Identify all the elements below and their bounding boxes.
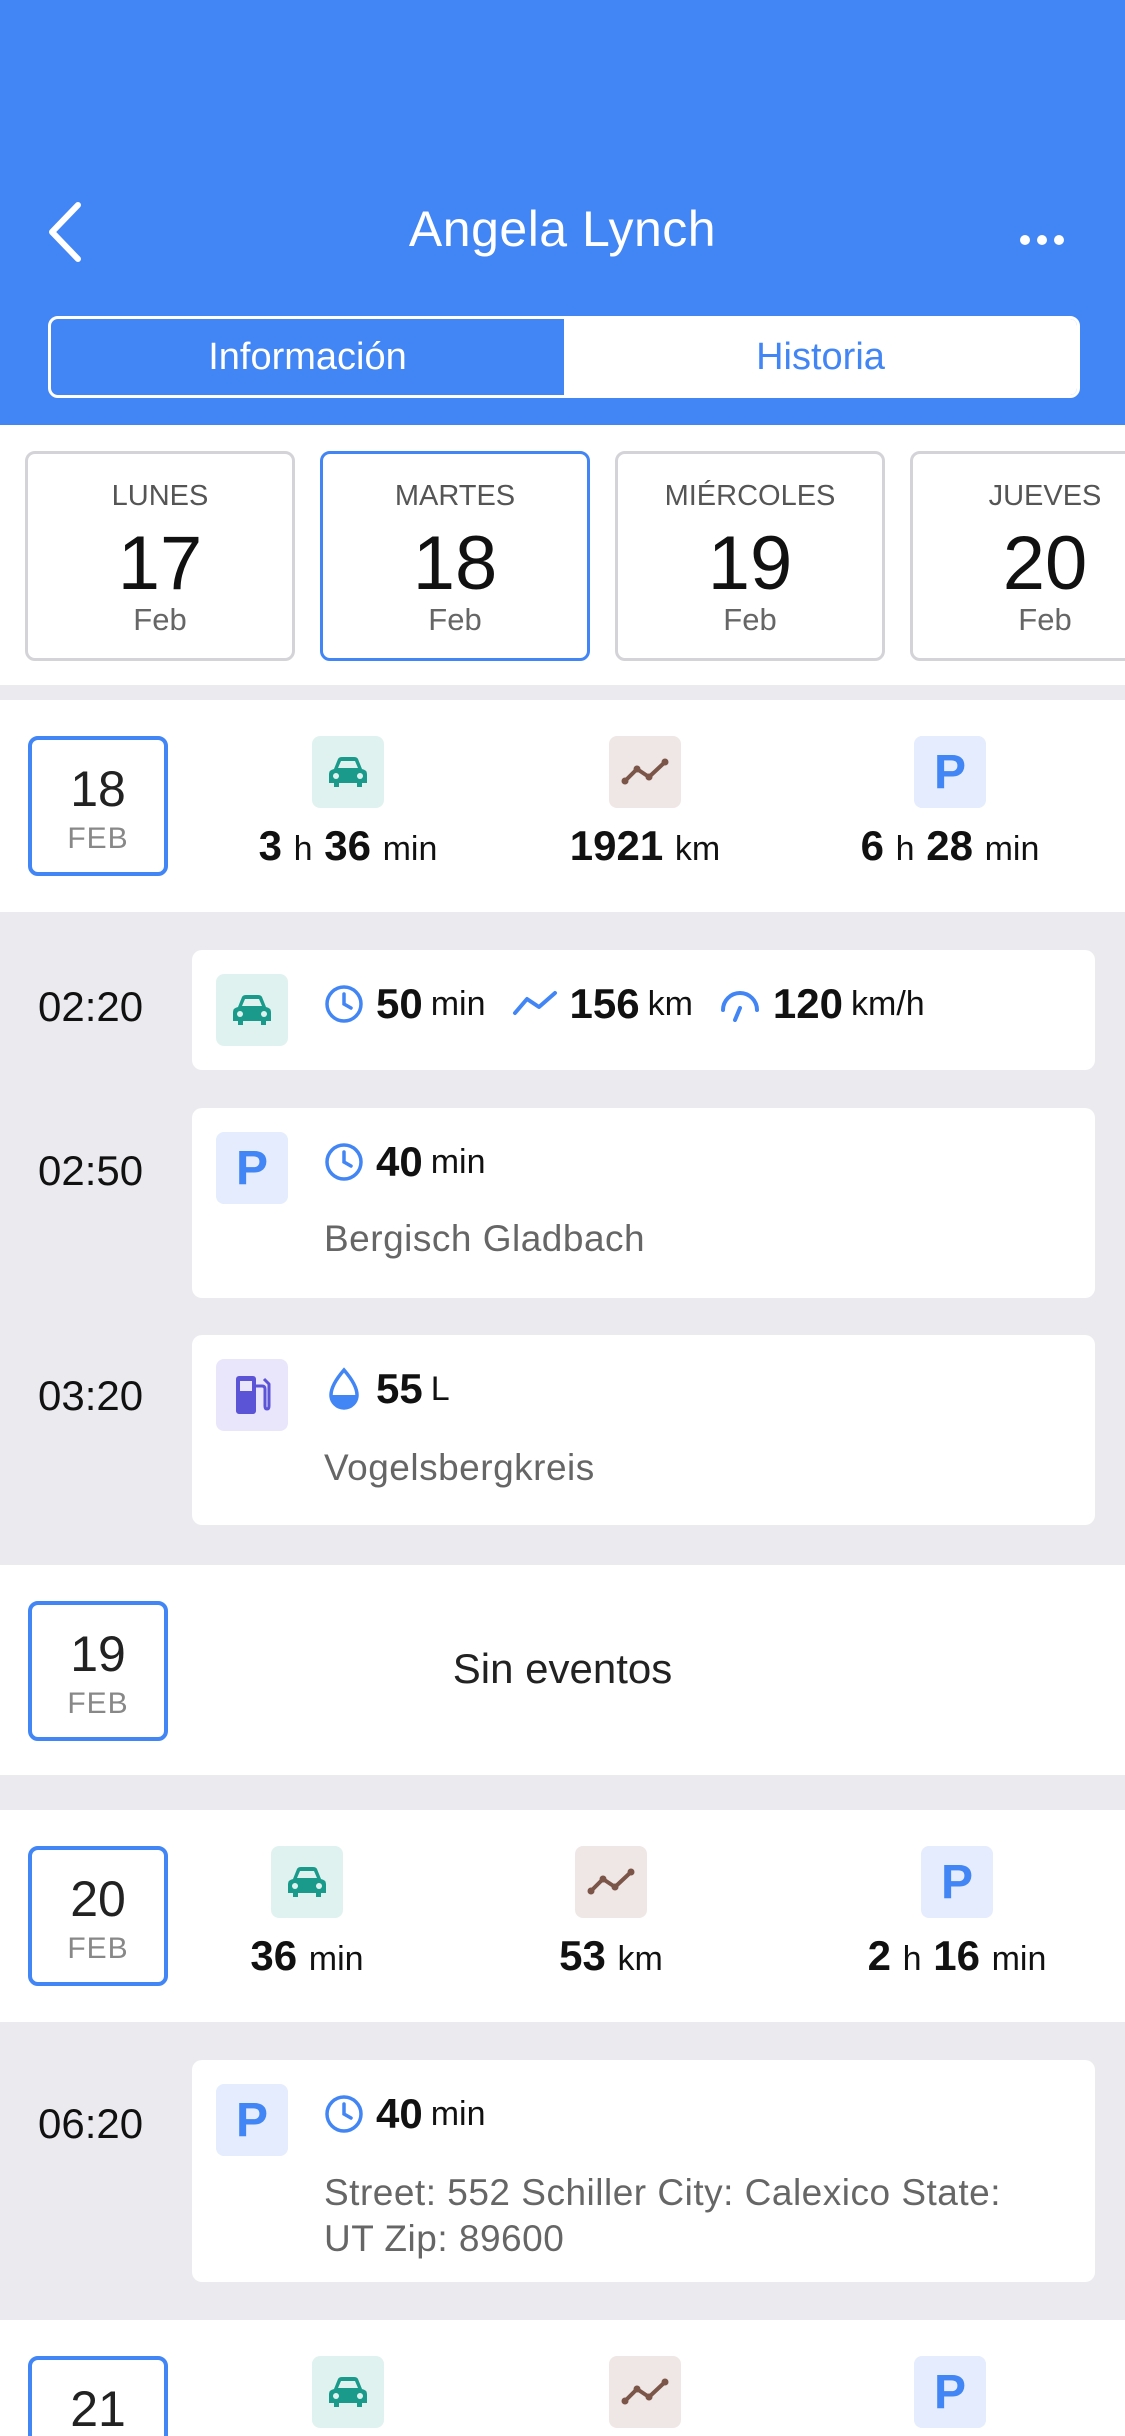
date-number: 19 bbox=[707, 521, 793, 606]
date-card-18[interactable]: MARTES 18 Feb bbox=[320, 451, 590, 661]
date-card-20[interactable]: JUEVES 20 Feb bbox=[910, 451, 1125, 661]
stat-drive-time: 36 min bbox=[157, 1846, 457, 1980]
tab-historia[interactable]: Historia bbox=[564, 319, 1077, 395]
water-drop-icon bbox=[329, 1367, 359, 1410]
day-badge: 21 bbox=[28, 2356, 168, 2436]
parking-icon: P bbox=[914, 2356, 986, 2428]
clock-icon bbox=[325, 985, 363, 1023]
date-card-19[interactable]: MIÉRCOLES 19 Feb bbox=[615, 451, 885, 661]
trend-line-icon bbox=[609, 736, 681, 808]
segmented-control: Información Historia bbox=[48, 316, 1080, 398]
event-card-fuel[interactable]: 55 L Vogelsbergkreis bbox=[192, 1335, 1095, 1525]
date-month: Feb bbox=[133, 602, 187, 637]
day-month: FEB bbox=[67, 822, 129, 855]
tab-informacion[interactable]: Información bbox=[51, 319, 564, 395]
route-icon bbox=[512, 991, 557, 1015]
stat-drive-time: 3 h 36 min bbox=[198, 736, 498, 870]
car-icon bbox=[312, 2356, 384, 2428]
page-title: Angela Lynch bbox=[408, 201, 717, 257]
date-number: 18 bbox=[412, 521, 498, 606]
date-selector: LUNES 17 Feb MARTES 18 Feb MIÉRCOLES 19 … bbox=[0, 425, 1125, 685]
date-month: Feb bbox=[428, 602, 482, 637]
more-options-icon[interactable] bbox=[1010, 220, 1070, 260]
parking-icon: P bbox=[216, 2084, 288, 2156]
date-weekday: MARTES bbox=[394, 480, 516, 512]
event-time: 02:50 bbox=[38, 1147, 144, 1194]
app-header: Angela Lynch Información Historia bbox=[0, 0, 1125, 425]
day-summary-19: 19 FEB Sin eventos bbox=[0, 1565, 1125, 1775]
date-month: Feb bbox=[723, 602, 777, 637]
stat-parking-time: P 2 h 16 min bbox=[807, 1846, 1107, 1980]
parking-icon: P bbox=[914, 736, 986, 808]
car-icon bbox=[271, 1846, 343, 1918]
day-badge: 18 FEB bbox=[28, 736, 168, 876]
date-card-17[interactable]: LUNES 17 Feb bbox=[25, 451, 295, 661]
date-number: 17 bbox=[117, 521, 203, 606]
day-badge: 20 FEB bbox=[28, 1846, 168, 1986]
event-time: 02:20 bbox=[38, 983, 144, 1030]
stat-drive-time bbox=[198, 2356, 498, 2428]
parking-icon: P bbox=[921, 1846, 993, 1918]
stat-parking-time: P bbox=[800, 2356, 1100, 2428]
event-card-parking[interactable]: P 40 min Bergisch Gladbach bbox=[192, 1108, 1095, 1298]
fuel-pump-icon bbox=[216, 1359, 288, 1431]
day-number: 21 bbox=[70, 2381, 126, 2436]
parking-icon: P bbox=[216, 1132, 288, 1204]
event-location: Bergisch Gladbach bbox=[324, 1218, 646, 1259]
date-month: Feb bbox=[1018, 602, 1072, 637]
clock-icon bbox=[325, 2095, 363, 2133]
date-weekday: MIÉRCOLES bbox=[664, 480, 836, 512]
date-weekday: LUNES bbox=[111, 480, 209, 512]
event-time: 06:20 bbox=[38, 2100, 144, 2147]
trend-line-icon bbox=[575, 1846, 647, 1918]
clock-icon bbox=[325, 1143, 363, 1181]
event-card-drive[interactable]: 50 min 156 km 120 km/h bbox=[192, 950, 1095, 1070]
address-line: Street: 552 Schiller City: Calexico Stat… bbox=[324, 2172, 1002, 2213]
day-month: FEB bbox=[67, 1932, 129, 1965]
date-weekday: JUEVES bbox=[988, 480, 1102, 512]
day-summary-20: 20 FEB 36 min 53 km P 2 h 16 min bbox=[0, 1810, 1125, 2022]
stat-parking-time: P 6 h 28 min bbox=[800, 736, 1100, 870]
day-number: 18 bbox=[70, 761, 126, 817]
no-events-message: Sin eventos bbox=[452, 1645, 673, 1692]
day-summary-21: 21 P bbox=[0, 2320, 1125, 2436]
event-location: Vogelsbergkreis bbox=[324, 1447, 595, 1488]
trend-line-icon bbox=[609, 2356, 681, 2428]
date-number: 20 bbox=[1002, 521, 1088, 606]
event-time: 03:20 bbox=[38, 1372, 144, 1419]
event-card-parking[interactable]: P 40 min Street: 552 Schiller City: Calex… bbox=[192, 2060, 1095, 2282]
stat-distance: 1921 km bbox=[495, 736, 795, 870]
stat-distance bbox=[495, 2356, 795, 2428]
event-address: Street: 552 Schiller City: Calexico Stat… bbox=[324, 2170, 1001, 2262]
day-summary-18: 18 FEB 3 h 36 min 1921 km P 6 h 28 min bbox=[0, 700, 1125, 912]
car-icon bbox=[216, 974, 288, 1046]
address-line: UT Zip: 89600 bbox=[324, 2218, 565, 2259]
speedometer-icon bbox=[720, 991, 759, 1022]
day-number: 20 bbox=[70, 1871, 126, 1927]
car-icon bbox=[312, 736, 384, 808]
stat-distance: 53 km bbox=[461, 1846, 761, 1980]
